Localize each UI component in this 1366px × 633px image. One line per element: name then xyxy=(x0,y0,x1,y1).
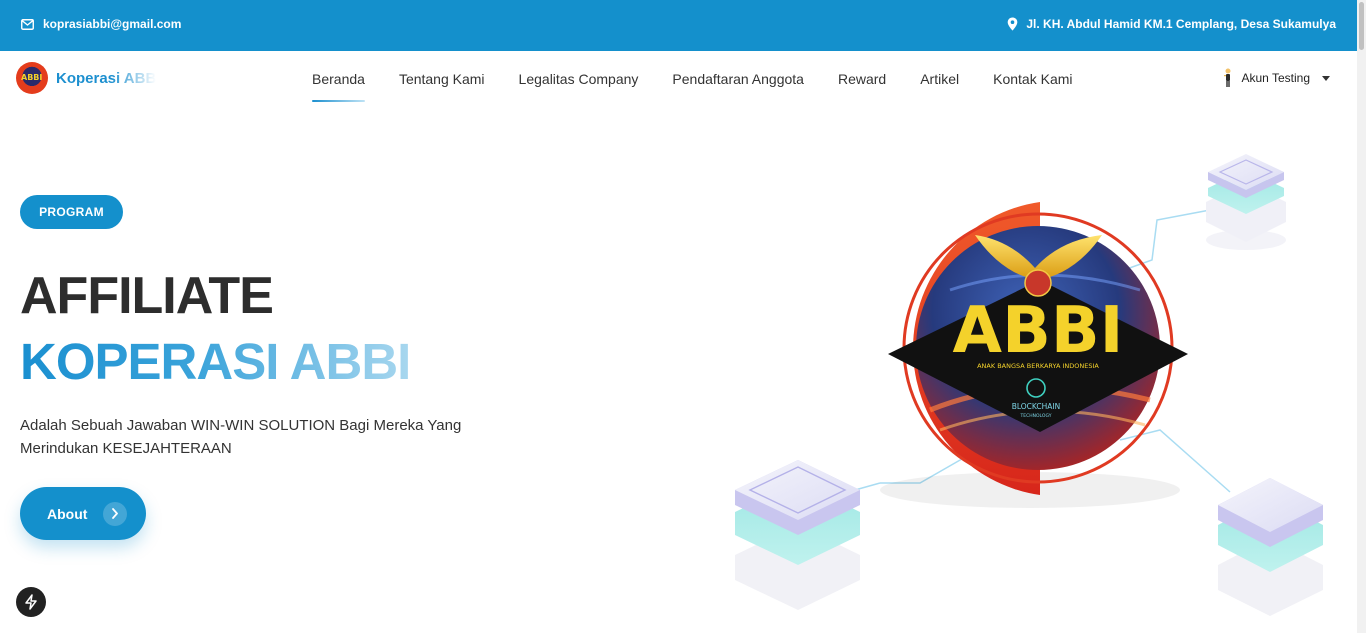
program-badge: PROGRAM xyxy=(20,195,123,229)
logo-text: ABBI xyxy=(953,294,1124,368)
nav-item-tentang-kami[interactable]: Tentang Kami xyxy=(399,71,485,87)
contact-address[interactable]: Jl. KH. Abdul Hamid KM.1 Cemplang, Desa … xyxy=(1007,17,1336,31)
main-navbar: ABBI Koperasi ABBI Beranda Tentang Kami … xyxy=(0,51,1366,107)
about-button[interactable]: About xyxy=(20,487,146,540)
nav-item-legalitas-company[interactable]: Legalitas Company xyxy=(519,71,639,87)
lightning-icon xyxy=(24,594,38,610)
brand-link[interactable]: ABBI Koperasi ABBI xyxy=(16,62,156,94)
email-text: koprasiabbi@gmail.com xyxy=(43,17,182,31)
nav-item-pendaftaran-anggota[interactable]: Pendaftaran Anggota xyxy=(672,71,804,87)
mail-icon xyxy=(21,18,34,30)
top-info-bar: koprasiabbi@gmail.com Jl. KH. Abdul Hami… xyxy=(0,0,1366,51)
nav-item-beranda[interactable]: Beranda xyxy=(312,71,365,102)
user-avatar-icon xyxy=(1222,68,1234,88)
brand-logo: ABBI xyxy=(16,62,48,94)
abbi-logo-emblem: ABBI ANAK BANGSA BERKARYA INDONESIA BLOC… xyxy=(880,202,1188,508)
address-text: Jl. KH. Abdul Hamid KM.1 Cemplang, Desa … xyxy=(1026,17,1336,31)
cube-top-right xyxy=(1206,154,1286,250)
floating-action-button[interactable] xyxy=(16,587,46,617)
chevron-down-icon xyxy=(1322,75,1330,81)
page-scrollbar[interactable] xyxy=(1357,0,1366,633)
account-dropdown[interactable]: Akun Testing xyxy=(1222,68,1330,88)
map-pin-icon xyxy=(1007,17,1018,31)
cube-bottom-right xyxy=(1218,478,1323,616)
cube-bottom-left xyxy=(735,460,860,610)
about-button-label: About xyxy=(47,505,88,522)
hero-description: Adalah Sebuah Jawaban WIN-WIN SOLUTION B… xyxy=(20,417,462,457)
hero-title-line2: KOPERASI ABBI xyxy=(20,333,411,390)
brand-name: Koperasi ABBI xyxy=(56,69,156,87)
chevron-right-icon xyxy=(103,501,128,526)
hero-illustration: ABBI ANAK BANGSA BERKARYA INDONESIA BLOC… xyxy=(690,140,1360,620)
nav-menu: Beranda Tentang Kami Legalitas Company P… xyxy=(312,51,1073,107)
logo-tech-line2: TECHNOLOGY xyxy=(1020,413,1052,419)
nav-item-kontak-kami[interactable]: Kontak Kami xyxy=(993,71,1072,87)
hero-title-line1: AFFILIATE xyxy=(20,267,274,325)
scrollbar-thumb[interactable] xyxy=(1359,2,1364,50)
nav-item-reward[interactable]: Reward xyxy=(838,71,886,87)
logo-subtitle: ANAK BANGSA BERKARYA INDONESIA xyxy=(977,362,1099,370)
account-name: Akun Testing xyxy=(1241,71,1311,85)
contact-email[interactable]: koprasiabbi@gmail.com xyxy=(21,17,181,31)
logo-tech-line1: BLOCKCHAIN xyxy=(1012,402,1061,411)
nav-item-artikel[interactable]: Artikel xyxy=(920,71,959,87)
